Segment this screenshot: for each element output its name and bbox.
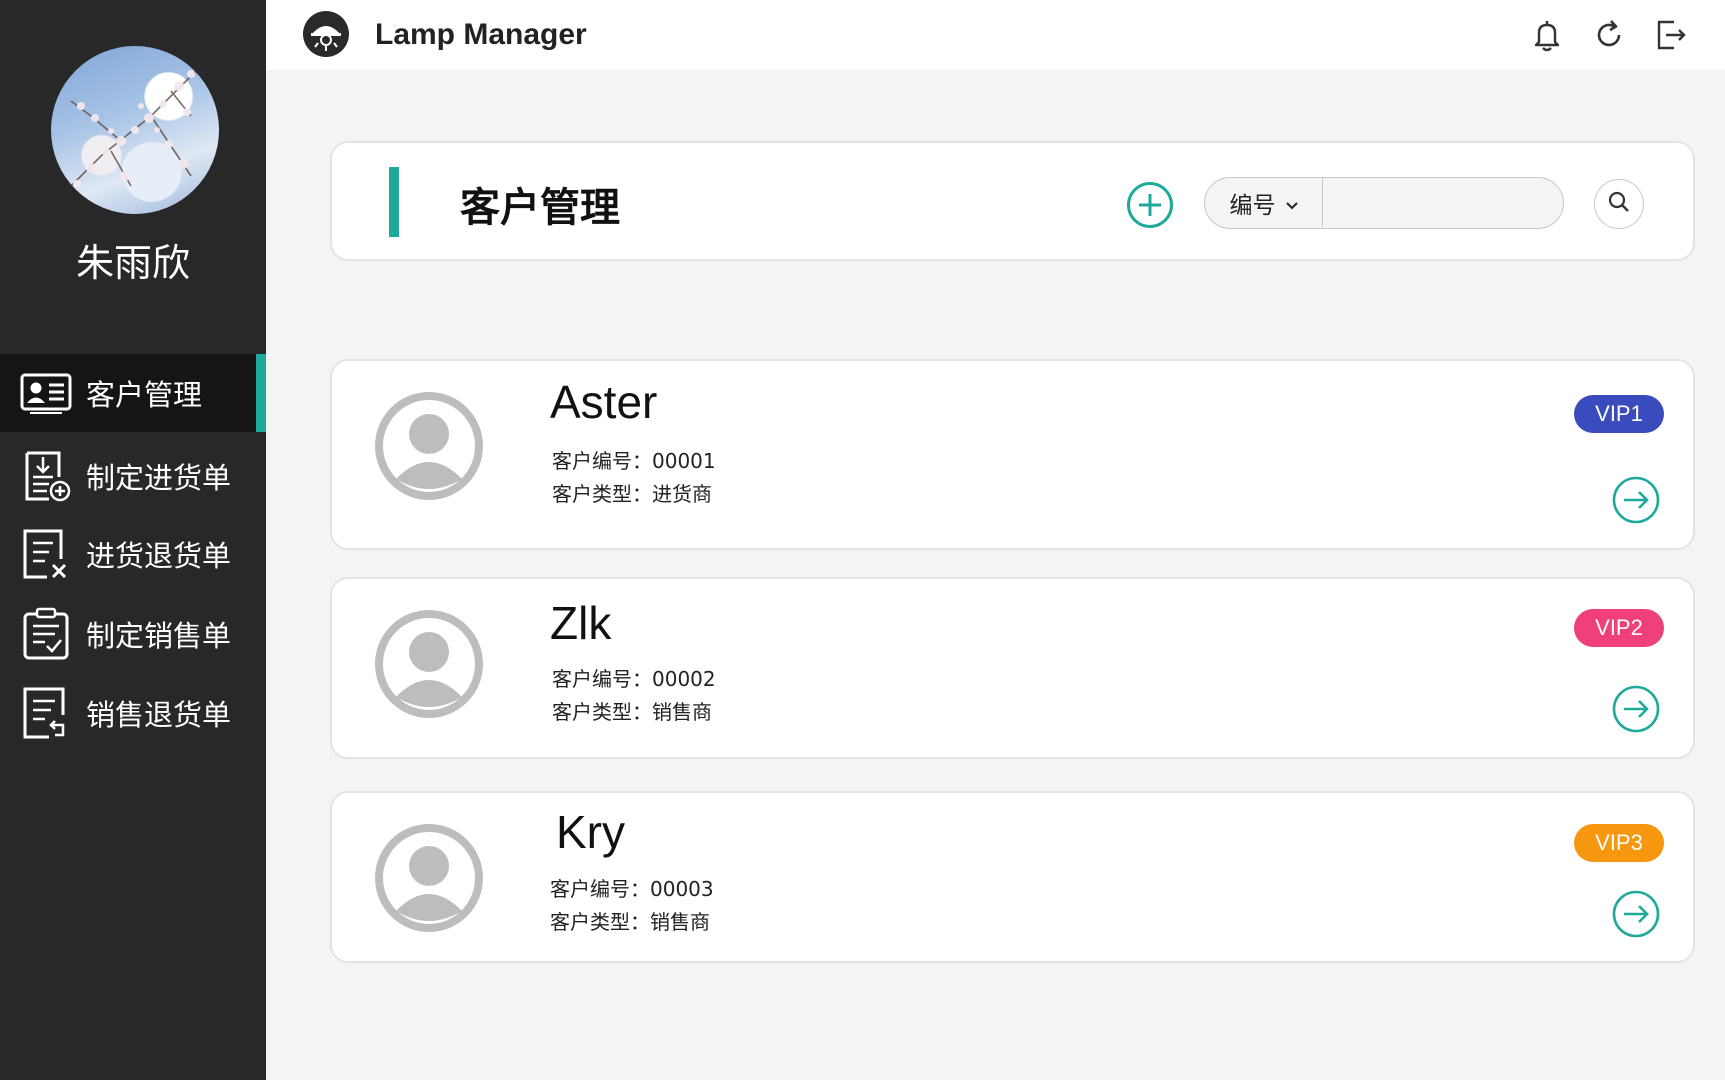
customer-id-line: 客户编号：00003 xyxy=(550,873,714,902)
customer-type: 销售商 xyxy=(652,700,712,724)
sidebar: 朱雨欣 客户管理 制定进货单 进货退货单 制定销售单 销售退货单 xyxy=(0,0,266,1080)
vip-badge: VIP3 xyxy=(1574,824,1664,862)
title-accent-bar xyxy=(389,167,399,237)
contact-card-icon xyxy=(20,367,72,419)
sidebar-item-customer-management[interactable]: 客户管理 xyxy=(0,354,266,432)
bell-icon[interactable] xyxy=(1530,18,1564,52)
customer-type: 销售商 xyxy=(650,910,710,934)
customer-type-label: 客户类型： xyxy=(552,700,652,724)
customer-card[interactable]: Kry 客户编号：00003 客户类型：销售商 VIP3 xyxy=(330,791,1695,963)
search-input[interactable] xyxy=(1325,180,1555,224)
user-name: 朱雨欣 xyxy=(75,241,190,285)
open-customer-arrow-icon[interactable] xyxy=(1611,684,1661,734)
customer-avatar-icon xyxy=(374,823,484,933)
doc-cancel-icon xyxy=(20,528,72,580)
user-avatar[interactable] xyxy=(51,46,219,214)
vip-badge: VIP1 xyxy=(1574,395,1664,433)
customer-card[interactable]: Zlk 客户编号：00002 客户类型：销售商 VIP2 xyxy=(330,577,1695,759)
sidebar-item-label: 销售退货单 xyxy=(86,698,232,732)
sidebar-item-sales-return[interactable]: 销售退货单 xyxy=(0,674,266,752)
customer-id: 00001 xyxy=(652,449,716,473)
customer-type: 进货商 xyxy=(652,482,712,506)
search-icon xyxy=(1607,190,1631,219)
title-panel: 客户管理 编号 xyxy=(330,141,1695,261)
customer-type-label: 客户类型： xyxy=(550,910,650,934)
sidebar-item-label: 制定销售单 xyxy=(86,619,232,653)
customer-id: 00002 xyxy=(652,667,716,691)
customer-card[interactable]: Aster 客户编号：00001 客户类型：进货商 VIP1 xyxy=(330,359,1695,550)
customer-id-line: 客户编号：00002 xyxy=(552,663,716,692)
customer-id-label: 客户编号： xyxy=(550,877,650,901)
customer-name: Aster xyxy=(550,376,658,428)
sidebar-item-create-purchase[interactable]: 制定进货单 xyxy=(0,437,266,515)
search-filter-select[interactable]: 编号 xyxy=(1205,178,1323,227)
sidebar-item-label: 客户管理 xyxy=(86,378,203,412)
customer-avatar-icon xyxy=(374,609,484,719)
customer-type-label: 客户类型： xyxy=(552,482,652,506)
sidebar-item-create-sales[interactable]: 制定销售单 xyxy=(0,595,266,673)
logout-icon[interactable] xyxy=(1654,18,1688,52)
customer-id-label: 客户编号： xyxy=(552,449,652,473)
page-title: 客户管理 xyxy=(460,185,620,231)
chevron-down-icon xyxy=(1285,190,1298,216)
open-customer-arrow-icon[interactable] xyxy=(1611,889,1661,939)
customer-avatar-icon xyxy=(374,391,484,501)
refresh-icon[interactable] xyxy=(1592,18,1626,52)
customer-type-line: 客户类型：进货商 xyxy=(552,478,712,507)
app-title: Lamp Manager xyxy=(375,18,587,51)
customer-name: Zlk xyxy=(550,597,612,649)
sidebar-item-label: 进货退货单 xyxy=(86,539,232,573)
customer-name: Kry xyxy=(556,806,625,858)
sidebar-item-purchase-return[interactable]: 进货退货单 xyxy=(0,515,266,593)
customer-id: 00003 xyxy=(650,877,714,901)
search-button[interactable] xyxy=(1594,179,1644,229)
clipboard-check-icon xyxy=(20,607,72,660)
customer-type-line: 客户类型：销售商 xyxy=(552,696,712,725)
customer-type-line: 客户类型：销售商 xyxy=(550,906,710,935)
customer-id-line: 客户编号：00001 xyxy=(552,445,716,474)
download-add-doc-icon xyxy=(20,450,72,502)
search-filter-value: 编号 xyxy=(1229,192,1276,219)
sidebar-item-label: 制定进货单 xyxy=(86,461,232,495)
vip-badge: VIP2 xyxy=(1574,609,1664,647)
search-group: 编号 xyxy=(1204,177,1564,229)
customer-id-label: 客户编号： xyxy=(552,667,652,691)
add-customer-button[interactable] xyxy=(1126,181,1174,229)
top-header: Lamp Manager xyxy=(266,0,1725,70)
doc-return-icon xyxy=(20,687,72,739)
open-customer-arrow-icon[interactable] xyxy=(1611,475,1661,525)
lamp-logo-icon xyxy=(302,10,350,58)
